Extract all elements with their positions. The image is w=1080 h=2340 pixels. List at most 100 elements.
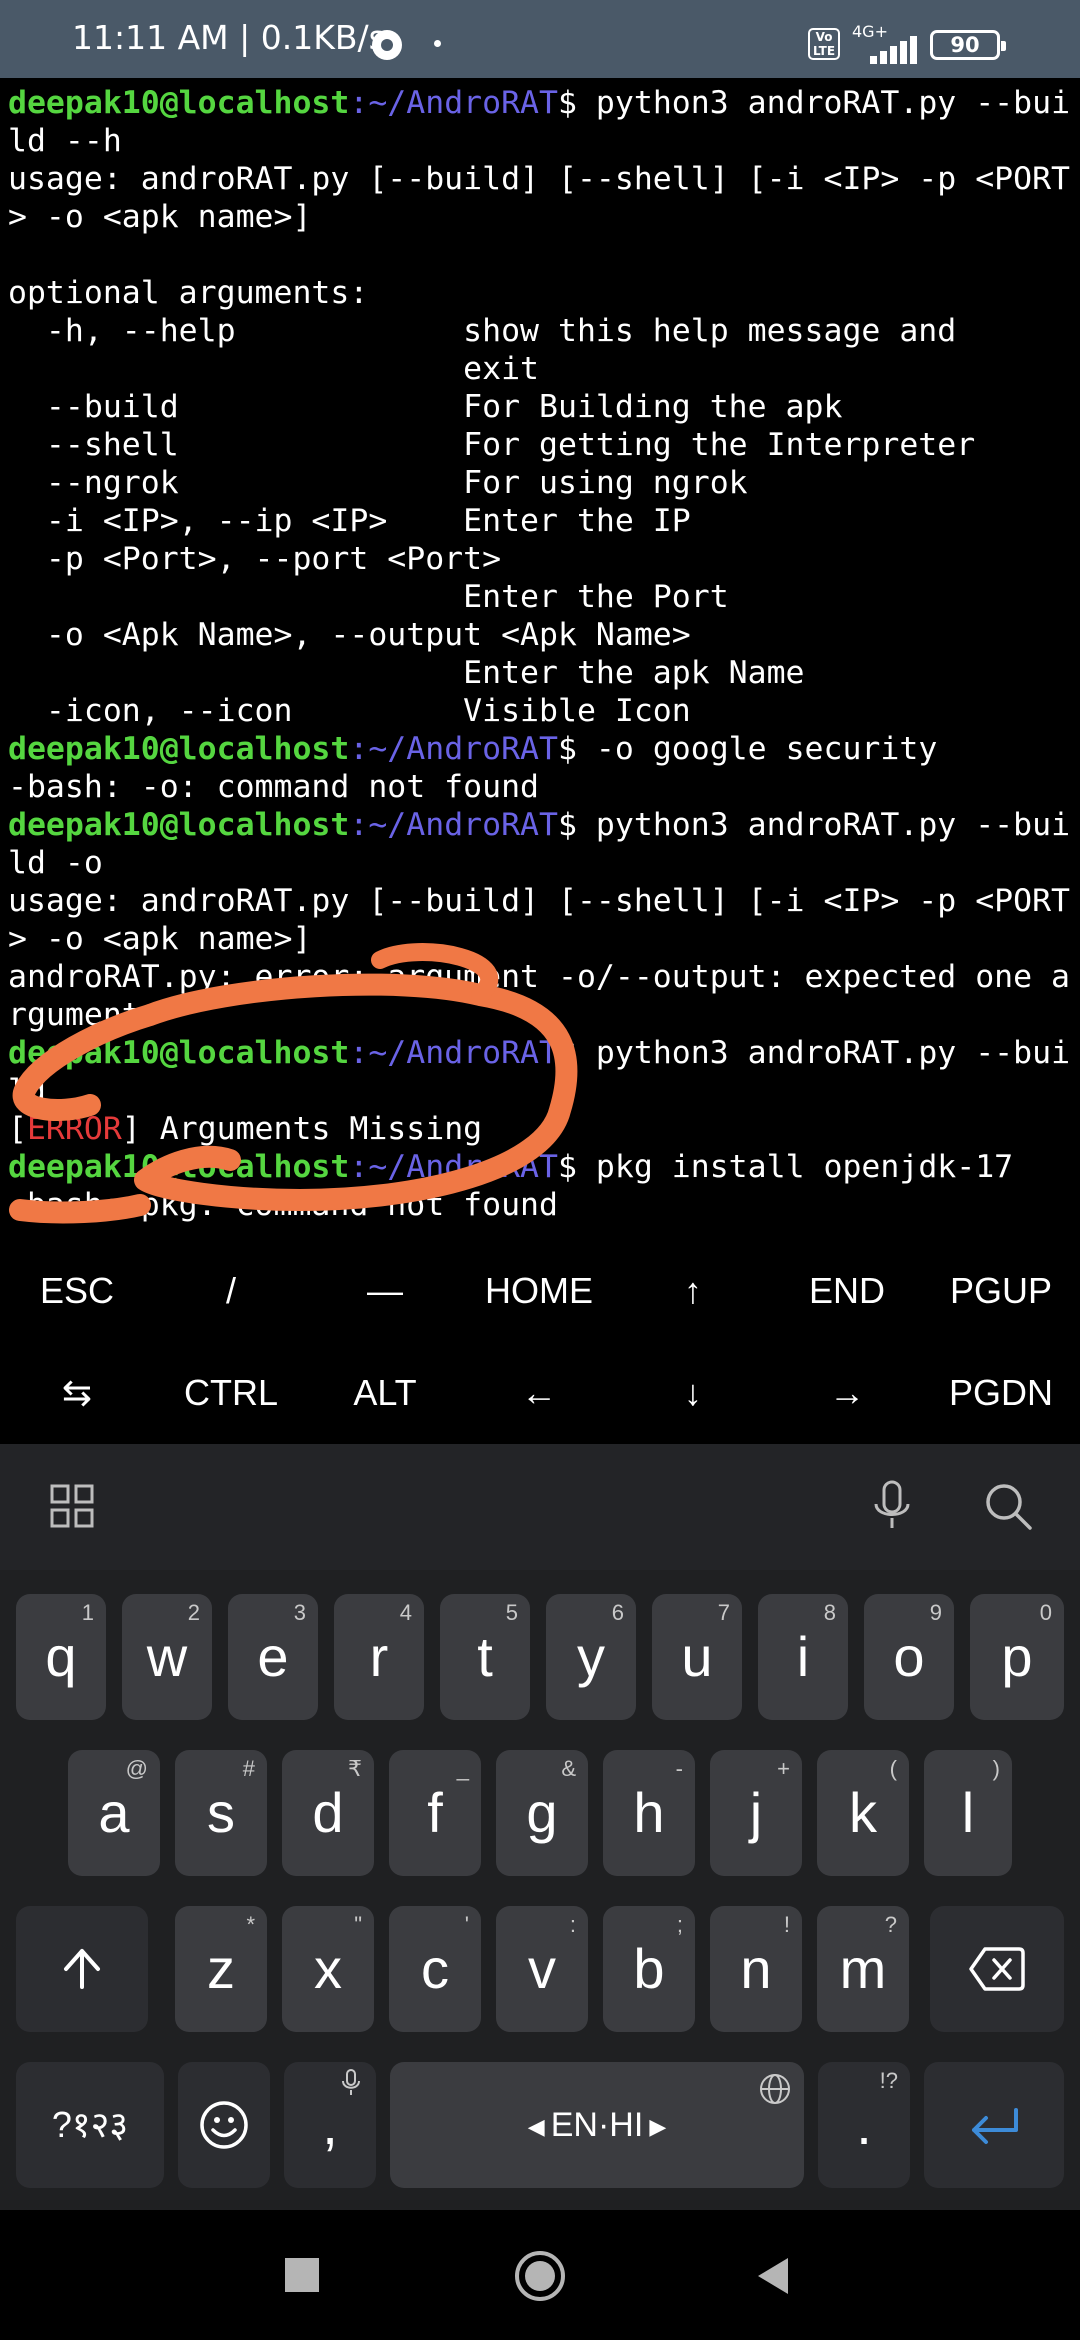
esc-key[interactable]: ESC — [0, 1240, 154, 1342]
arrow-down-key[interactable]: ↓ — [616, 1342, 770, 1444]
terminal-line: -bash: -o: command not found — [8, 769, 540, 805]
key-e[interactable]: 3e — [228, 1594, 318, 1720]
settings-notification-icon — [372, 30, 402, 60]
key-c[interactable]: ' c — [389, 1906, 481, 2032]
terminal-output[interactable]: deepak10@localhost:~/AndroRAT$ python3 a… — [0, 78, 1080, 1240]
key-f[interactable]: _ f — [389, 1750, 481, 1876]
terminal-line: exit — [8, 351, 540, 387]
terminal-prompt-line: deepak10@localhost:~/AndroRAT$ pkg insta… — [8, 1149, 1014, 1185]
terminal-prompt-line: deepak10@localhost:~/AndroRAT$ python3 a… — [8, 807, 1071, 843]
soft-keyboard: 1q 2w 3e 4r 5t 6y 7u 8i 9o 0p @ a # s ₹ d _… — [0, 1444, 1080, 2210]
signal-strength-icon — [870, 36, 920, 64]
error-line: [ERROR] Arguments Missing — [8, 1111, 483, 1147]
keyboard-toolbar — [0, 1444, 1080, 1570]
key-x[interactable]: " x — [282, 1906, 374, 2032]
key-l[interactable]: ) l — [924, 1750, 1012, 1876]
arrow-right-key[interactable]: → — [770, 1342, 924, 1444]
terminal-line: --shell For getting the Interpreter — [8, 427, 976, 463]
terminal-line: > -o <apk name>] — [8, 921, 312, 957]
key-m[interactable]: ? m — [817, 1906, 909, 2032]
key-n[interactable]: ! n — [710, 1906, 802, 2032]
emoji-key[interactable] — [178, 2062, 270, 2188]
recents-button[interactable] — [285, 2258, 319, 2292]
status-bar: 11:11 AM | 0.1KB/s Vo LTE 4G+ 90 — [0, 0, 1080, 78]
tab-key[interactable]: ⇆ — [0, 1342, 154, 1444]
key-z[interactable]: * z — [175, 1906, 267, 2032]
terminal-line: usage: androRAT.py [--build] [--shell] [… — [8, 883, 1071, 919]
key-i[interactable]: 8i — [758, 1594, 848, 1720]
key-q[interactable]: 1q — [16, 1594, 106, 1720]
pgdn-key[interactable]: PGDN — [924, 1342, 1078, 1444]
terminal-line: ld --h — [8, 123, 122, 159]
arrow-left-key[interactable]: ← — [462, 1342, 616, 1444]
key-g[interactable]: & g — [496, 1750, 588, 1876]
key-p[interactable]: 0p — [970, 1594, 1064, 1720]
key-j[interactable]: + j — [710, 1750, 802, 1876]
backspace-key[interactable] — [930, 1906, 1064, 2032]
pgup-key[interactable]: PGUP — [924, 1240, 1078, 1342]
shift-icon — [64, 1949, 100, 1989]
terminal-line: -h, --help show this help message and — [8, 313, 957, 349]
home-key[interactable]: HOME — [462, 1240, 616, 1342]
terminal-line: --build For Building the apk — [8, 389, 843, 425]
slash-key[interactable]: / — [154, 1240, 308, 1342]
comma-key[interactable]: , — [284, 2062, 376, 2188]
key-r[interactable]: 4r — [334, 1594, 424, 1720]
navigation-bar — [0, 2210, 1080, 2340]
key-o[interactable]: 9o — [864, 1594, 954, 1720]
terminal-line: > -o <apk name>] — [8, 199, 312, 235]
terminal-line: -o <Apk Name>, --output <Apk Name> — [8, 617, 691, 653]
terminal-line: ld -o — [8, 845, 103, 881]
terminal-line: ld — [8, 1073, 46, 1109]
language-label: EN·HI — [550, 2106, 644, 2144]
volte-icon: Vo LTE — [808, 28, 840, 60]
terminal-line: -bash: pkg: command not found — [8, 1187, 558, 1223]
arrow-up-key[interactable]: ↑ — [616, 1240, 770, 1342]
space-key[interactable]: ◀ EN·HI ▶ — [390, 2062, 804, 2188]
symbols-key[interactable]: ?१२३ — [16, 2062, 164, 2188]
enter-icon — [972, 2108, 1018, 2144]
microphone-small-icon — [342, 2069, 360, 2095]
terminal-line: androRAT.py: error: argument -o/--output… — [8, 959, 1071, 995]
prompt-user: deepak10@localhost — [8, 85, 350, 121]
key-s[interactable]: # s — [175, 1750, 267, 1876]
key-b[interactable]: ; b — [603, 1906, 695, 2032]
terminal-line: -icon, --icon Visible Icon — [8, 693, 691, 729]
terminal-line: --ngrok For using ngrok — [8, 465, 748, 501]
terminal-line: -p <Port>, --port <Port> — [8, 541, 502, 577]
key-h[interactable]: -h — [603, 1750, 695, 1876]
terminal-line: -i <IP>, --ip <IP> Enter the IP — [8, 503, 691, 539]
terminal-line: usage: androRAT.py [--build] [--shell] [… — [8, 161, 1071, 197]
emoji-icon — [200, 2101, 248, 2149]
home-button[interactable] — [512, 2248, 568, 2304]
enter-key[interactable] — [924, 2062, 1064, 2188]
battery-icon: 90 — [930, 30, 1006, 60]
back-button[interactable] — [752, 2254, 792, 2298]
terminal-prompt-line: deepak10@localhost:~/AndroRAT$ -o google… — [8, 731, 938, 767]
backspace-icon — [969, 1947, 1025, 1991]
chevron-right-icon: ▶ — [643, 2114, 667, 2140]
terminal-extra-keys: ESC / — HOME ↑ END PGUP ⇆ CTRL ALT ← ↓ →… — [0, 1240, 1080, 1444]
key-k[interactable]: (k — [817, 1750, 909, 1876]
key-v[interactable]: :v — [496, 1906, 588, 2032]
key-a[interactable]: @ a — [68, 1750, 160, 1876]
terminal-line: rgument — [8, 997, 141, 1033]
search-icon[interactable] — [976, 1474, 1040, 1538]
terminal-prompt-line: deepak10@localhost:~/AndroRAT$ python3 a… — [8, 1035, 1071, 1071]
key-t[interactable]: 5t — [440, 1594, 530, 1720]
error-tag: ERROR — [26, 1111, 122, 1147]
chevron-left-icon: ◀ — [527, 2114, 551, 2140]
period-key[interactable]: !?. — [818, 2062, 910, 2188]
alt-key[interactable]: ALT — [308, 1342, 462, 1444]
terminal-line: Enter the apk Name — [8, 655, 805, 691]
end-key[interactable]: END — [770, 1240, 924, 1342]
ctrl-key[interactable]: CTRL — [154, 1342, 308, 1444]
key-d[interactable]: ₹ d — [282, 1750, 374, 1876]
key-w[interactable]: 2w — [122, 1594, 212, 1720]
apps-grid-icon[interactable] — [40, 1474, 104, 1538]
key-u[interactable]: 7u — [652, 1594, 742, 1720]
shift-key[interactable] — [16, 1906, 148, 2032]
key-y[interactable]: 6y — [546, 1594, 636, 1720]
microphone-icon[interactable] — [860, 1474, 924, 1538]
dash-key[interactable]: — — [308, 1240, 462, 1342]
